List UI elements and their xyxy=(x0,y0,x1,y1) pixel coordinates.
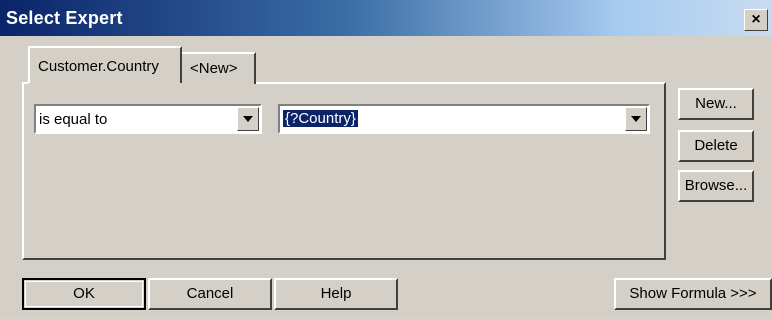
close-icon: × xyxy=(751,11,761,28)
operator-dropdown[interactable]: is equal to xyxy=(34,104,262,134)
tab-label: Customer.Country xyxy=(38,58,159,75)
chevron-down-icon[interactable] xyxy=(237,107,259,131)
ok-button[interactable]: OK xyxy=(22,278,146,310)
show-formula-button[interactable]: Show Formula >>> xyxy=(614,278,772,310)
operator-value: is equal to xyxy=(39,111,108,128)
browse-button[interactable]: Browse... xyxy=(678,170,754,202)
new-button[interactable]: New... xyxy=(678,88,754,120)
tab-customer-country[interactable]: Customer.Country xyxy=(28,46,182,87)
delete-button[interactable]: Delete xyxy=(678,130,754,162)
select-expert-dialog: Select Expert × Customer.Country <New> i… xyxy=(0,0,772,319)
tab-label: <New> xyxy=(190,60,238,77)
chevron-down-icon[interactable] xyxy=(625,107,647,131)
help-button[interactable]: Help xyxy=(274,278,398,310)
title-bar[interactable]: Select Expert × xyxy=(0,0,772,36)
tab-new[interactable]: <New> xyxy=(180,52,256,84)
window-title: Select Expert xyxy=(6,8,123,28)
parameter-value: {?Country} xyxy=(283,110,358,127)
parameter-dropdown[interactable]: {?Country} xyxy=(278,104,650,134)
cancel-button[interactable]: Cancel xyxy=(148,278,272,310)
close-button[interactable]: × xyxy=(744,9,768,31)
